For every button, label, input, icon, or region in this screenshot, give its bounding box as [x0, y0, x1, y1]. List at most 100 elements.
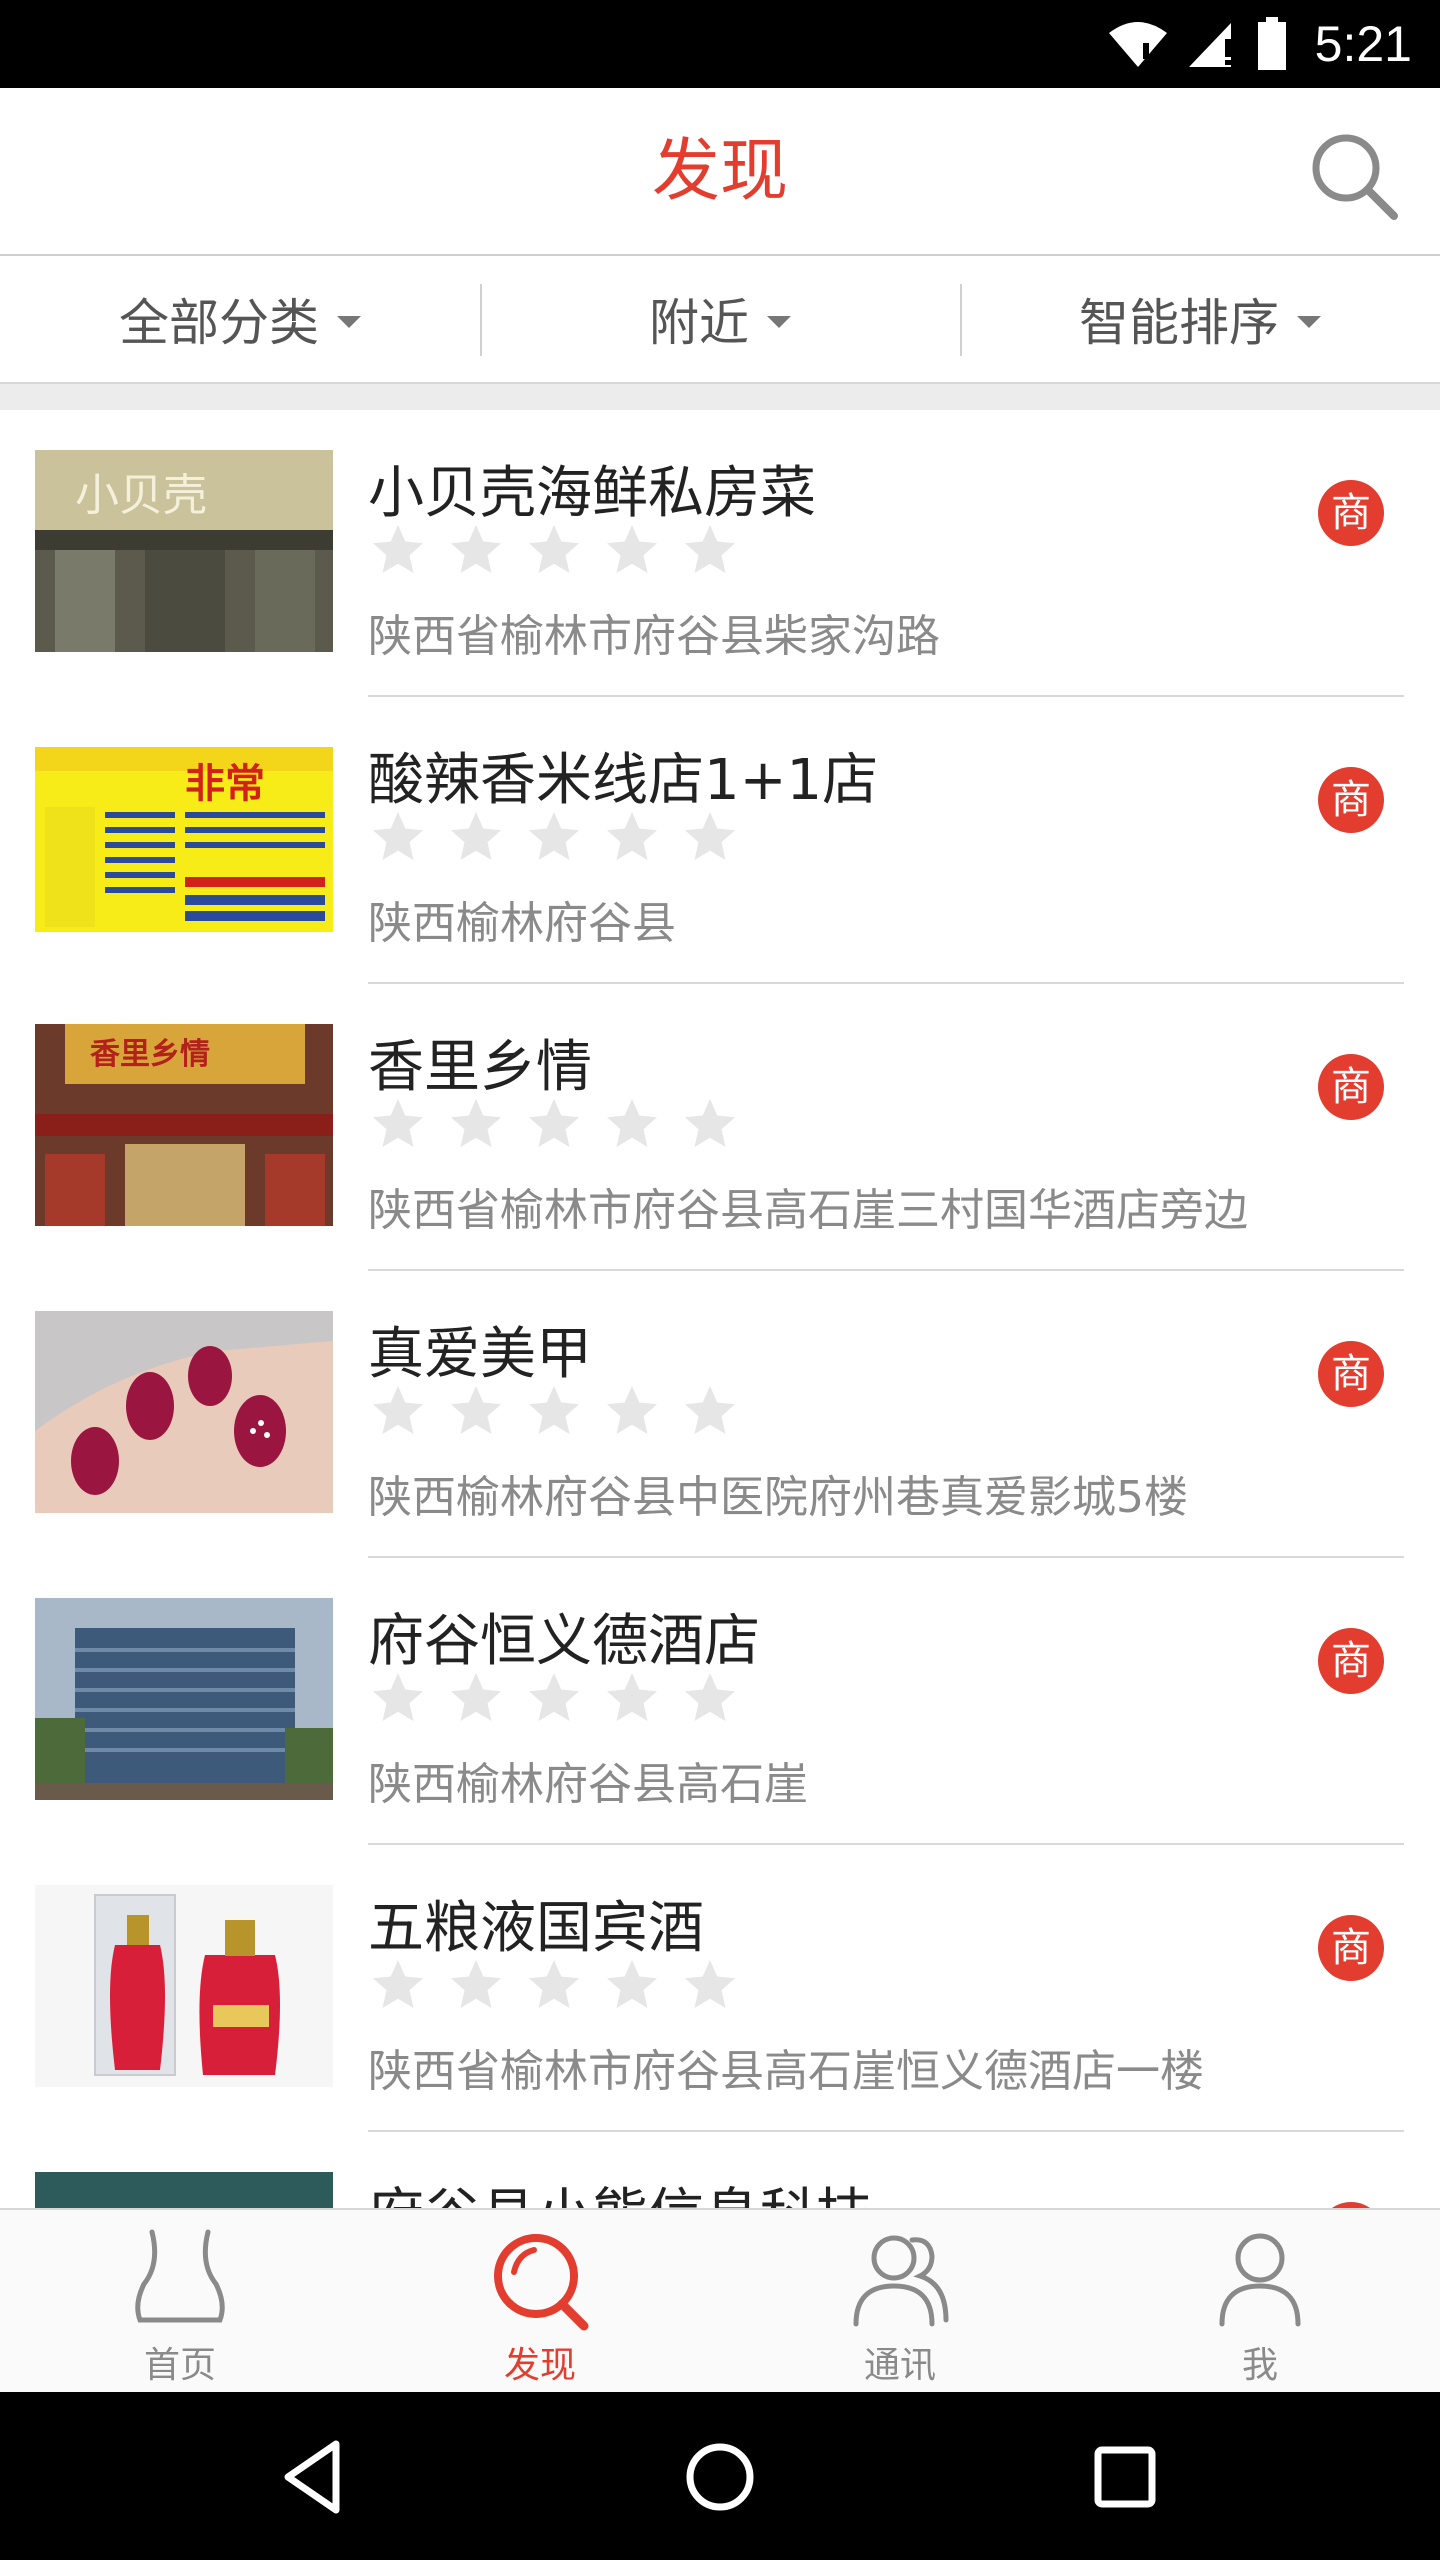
star-icon: [373, 1673, 423, 1721]
star-icon: [451, 1099, 501, 1147]
wifi-icon: [1108, 22, 1167, 67]
filter-nearby[interactable]: 附近: [480, 256, 960, 382]
star-icon: [607, 1099, 657, 1147]
star-icon: [529, 1960, 579, 2008]
star-icon: [685, 1960, 735, 2008]
star-icon: [685, 1099, 735, 1147]
discover-icon: [494, 2234, 589, 2331]
merchant-thumbnail: [35, 1885, 333, 2087]
signal-icon: [1188, 23, 1231, 67]
star-icon: [373, 1386, 423, 1434]
filter-sort-label: 智能排序: [1079, 294, 1279, 352]
merchant-name: 府谷县小熊信息科技: [368, 2170, 872, 2208]
caret-down-icon: [1297, 316, 1321, 328]
merchant-item[interactable]: 非常 酸辣香米线店1+1店 陕西榆林府谷县 商: [0, 697, 1440, 984]
merchant-badge: 商: [1318, 1628, 1384, 1694]
merchant-name: 五粮液国宾酒: [368, 1896, 704, 1961]
nav-home-label: 首页: [143, 2345, 216, 2386]
star-icon: [451, 1960, 501, 2008]
system-nav-bar: [0, 2392, 1440, 2560]
star-icon: [685, 1673, 735, 1721]
contacts-icon: [853, 2235, 949, 2327]
star-icon: [451, 1386, 501, 1434]
star-icon: [685, 812, 735, 860]
nav-discover-label: 发现: [503, 2345, 576, 2386]
filter-category[interactable]: 全部分类: [0, 256, 480, 382]
rating-stars: [368, 520, 740, 590]
recents-icon[interactable]: [1080, 2432, 1170, 2522]
merchant-name: 府谷恒义德酒店: [368, 1609, 760, 1674]
star-icon: [607, 525, 657, 573]
star-icon: [373, 812, 423, 860]
nav-contacts[interactable]: 通讯: [720, 2210, 1080, 2394]
merchant-list[interactable]: 小贝壳 小贝壳海鲜私房菜 陕西省榆林市府谷县柴家沟路 商 非常 酸辣香米线店1+…: [0, 410, 1440, 2208]
rating-stars: [368, 1094, 740, 1164]
rating-stars: [368, 807, 740, 877]
back-icon[interactable]: [270, 2432, 360, 2522]
rating-stars: [368, 1668, 740, 1738]
status-bar: 5:21: [0, 0, 1440, 88]
star-icon: [451, 525, 501, 573]
star-icon: [373, 525, 423, 573]
merchant-name: 香里乡情: [368, 1035, 592, 1100]
merchant-name: 真爱美甲: [368, 1322, 592, 1387]
star-icon: [373, 1960, 423, 2008]
battery-icon: [1257, 17, 1286, 70]
merchant-address: 陕西榆林府谷县高石崖: [368, 1759, 808, 1810]
title-bar: 发现: [0, 88, 1440, 256]
nav-contacts-label: 通讯: [863, 2345, 936, 2386]
home-circle-icon[interactable]: [675, 2432, 765, 2522]
rating-stars: [368, 1955, 740, 2025]
page-title: 发现: [651, 132, 788, 211]
filter-bar: 全部分类 附近 智能排序: [0, 256, 1440, 382]
merchant-thumbnail: 非常: [35, 747, 333, 932]
merchant-item[interactable]: 五粮液国宾酒 陕西省榆林市府谷县高石崖恒义德酒店一楼 商: [0, 1845, 1440, 2132]
filter-sort[interactable]: 智能排序: [960, 256, 1440, 382]
nav-profile[interactable]: 我: [1080, 2210, 1440, 2394]
merchant-address: 陕西省榆林市府谷县高石崖恒义德酒店一楼: [368, 2046, 1204, 2097]
merchant-thumbnail: 小贝壳: [35, 450, 333, 652]
merchant-item[interactable]: 香里乡情 香里乡情 陕西省榆林市府谷县高石崖三村国华酒店旁边 商: [0, 984, 1440, 1271]
merchant-address: 陕西省榆林市府谷县柴家沟路: [368, 611, 940, 662]
merchant-name: 小贝壳海鲜私房菜: [368, 461, 816, 526]
nav-discover[interactable]: 发现: [360, 2210, 720, 2394]
merchant-name: 酸辣香米线店1+1店: [368, 748, 879, 813]
svg-text:非常: 非常: [185, 761, 265, 807]
merchant-address: 陕西榆林府谷县中医院府州巷真爱影城5楼: [368, 1472, 1188, 1523]
svg-text:小贝壳: 小贝壳: [75, 470, 207, 521]
merchant-badge: 商: [1318, 480, 1384, 546]
star-icon: [451, 812, 501, 860]
merchant-item[interactable]: 府谷恒义德酒店 陕西榆林府谷县高石崖 商: [0, 1558, 1440, 1845]
star-icon: [607, 1673, 657, 1721]
status-time: 5:21: [1314, 16, 1412, 72]
star-icon: [607, 1386, 657, 1434]
profile-icon: [1219, 2233, 1301, 2327]
merchant-item[interactable]: 府谷县小熊信息科技 商: [0, 2132, 1440, 2208]
star-icon: [529, 812, 579, 860]
merchant-thumbnail: [35, 1598, 333, 1800]
merchant-badge: 商: [1318, 1054, 1384, 1120]
merchant-address: 陕西榆林府谷县: [368, 898, 676, 949]
merchant-badge: 商: [1318, 1341, 1384, 1407]
rating-stars: [368, 1381, 740, 1451]
merchant-badge: 商: [1318, 767, 1384, 833]
star-icon: [451, 1673, 501, 1721]
caret-down-icon: [337, 316, 361, 328]
merchant-item[interactable]: 小贝壳 小贝壳海鲜私房菜 陕西省榆林市府谷县柴家沟路 商: [0, 410, 1440, 697]
merchant-thumbnail: [35, 1311, 333, 1513]
star-icon: [529, 1673, 579, 1721]
merchant-item[interactable]: 真爱美甲 陕西榆林府谷县中医院府州巷真爱影城5楼 商: [0, 1271, 1440, 1558]
star-icon: [607, 1960, 657, 2008]
nav-home[interactable]: 首页: [0, 2210, 360, 2394]
merchant-address: 陕西省榆林市府谷县高石崖三村国华酒店旁边: [368, 1185, 1248, 1236]
star-icon: [607, 812, 657, 860]
bottom-nav: 首页 发现 通讯 我: [0, 2208, 1440, 2392]
caret-down-icon: [767, 316, 791, 328]
home-icon: [135, 2229, 225, 2323]
filter-nearby-label: 附近: [649, 294, 749, 352]
star-icon: [685, 1386, 735, 1434]
svg-text:香里乡情: 香里乡情: [90, 1037, 210, 1072]
search-icon[interactable]: [1306, 128, 1402, 224]
star-icon: [373, 1099, 423, 1147]
filter-category-label: 全部分类: [119, 294, 319, 352]
